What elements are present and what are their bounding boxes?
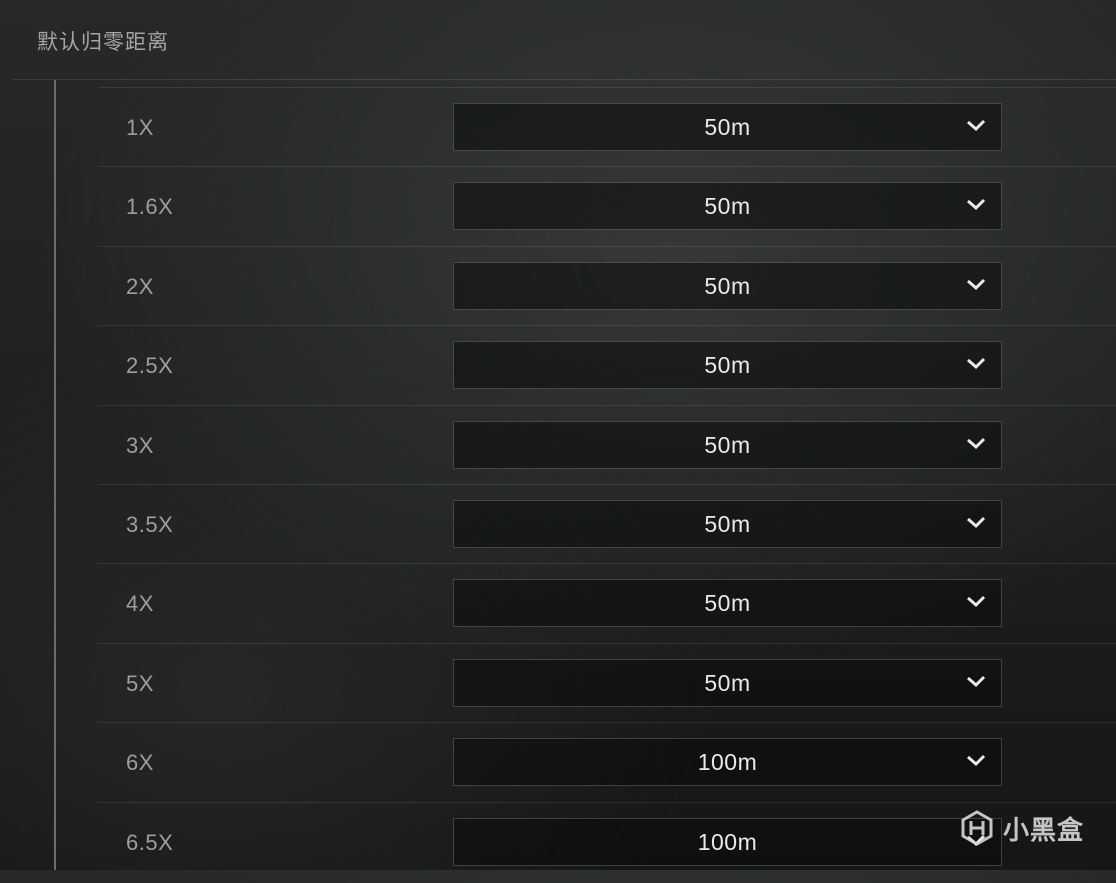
chevron-down-icon	[967, 358, 986, 370]
zeroing-distance-dropdown[interactable]: 100m	[453, 817, 1002, 866]
zeroing-distance-dropdown[interactable]: 50m	[453, 658, 1002, 707]
setting-row: 6X 100m	[98, 722, 1116, 801]
dropdown-value: 100m	[697, 749, 758, 776]
zeroing-distance-dropdown[interactable]: 100m	[453, 738, 1002, 787]
setting-row-label: 6X	[126, 750, 154, 776]
zeroing-distance-dropdown[interactable]: 50m	[453, 261, 1002, 310]
setting-row-label: 3X	[126, 432, 154, 458]
dropdown-value: 50m	[704, 352, 751, 379]
zeroing-settings-list: 1X 50m 1.6X 50m 2X 50m 2.5X 50m 3X 50m 3…	[98, 87, 1116, 881]
zeroing-distance-dropdown[interactable]: 50m	[453, 182, 1002, 231]
chevron-down-icon	[967, 437, 986, 449]
setting-row-label: 1.6X	[126, 194, 174, 220]
setting-row: 5X 50m	[98, 642, 1116, 722]
watermark-text: 小黑盒	[1002, 815, 1084, 846]
dropdown-value: 50m	[704, 669, 751, 696]
setting-row: 3X 50m	[98, 404, 1116, 484]
zeroing-distance-dropdown[interactable]: 50m	[453, 420, 1002, 469]
dropdown-value: 50m	[704, 510, 751, 537]
dropdown-value: 50m	[704, 114, 751, 140]
setting-row-label: 2.5X	[126, 353, 174, 379]
zeroing-distance-dropdown[interactable]: 50m	[453, 341, 1002, 390]
xiaoheihe-logo-icon	[961, 810, 993, 846]
setting-row: 4X 50m	[98, 563, 1116, 642]
zeroing-distance-dropdown[interactable]: 50m	[453, 499, 1002, 548]
dropdown-value: 50m	[704, 590, 751, 617]
chevron-down-icon	[967, 516, 986, 529]
setting-row-label: 1X	[126, 115, 154, 140]
setting-row: 3.5X 50m	[98, 483, 1116, 563]
setting-row-label: 2X	[126, 273, 154, 299]
dropdown-value: 100m	[697, 828, 758, 855]
chevron-down-icon	[967, 119, 986, 132]
chevron-down-icon	[967, 755, 986, 767]
chevron-down-icon	[967, 675, 986, 687]
section-title: 默认归零距离	[37, 30, 169, 54]
section-header: 默认归零距离	[0, 0, 1116, 80]
header-divider	[12, 79, 1116, 80]
zeroing-distance-dropdown[interactable]: 50m	[453, 103, 1002, 151]
watermark: 小黑盒	[959, 808, 1084, 848]
setting-row: 2.5X 50m	[98, 325, 1116, 404]
zeroing-distance-dropdown[interactable]: 50m	[453, 579, 1002, 628]
dropdown-value: 50m	[704, 272, 751, 299]
chevron-down-icon	[967, 199, 986, 211]
setting-row: 1.6X 50m	[98, 166, 1116, 245]
chevron-down-icon	[967, 596, 986, 608]
setting-row-label: 3.5X	[126, 511, 174, 537]
dropdown-value: 50m	[704, 431, 751, 458]
chevron-down-icon	[967, 278, 986, 290]
dropdown-value: 50m	[704, 193, 751, 220]
setting-row-label: 6.5X	[126, 829, 174, 855]
setting-row-label: 5X	[126, 670, 154, 696]
setting-row: 1X 50m	[98, 87, 1116, 166]
tree-connector-line	[54, 80, 56, 870]
setting-row-label: 4X	[126, 591, 154, 617]
setting-row: 2X 50m	[98, 245, 1116, 325]
